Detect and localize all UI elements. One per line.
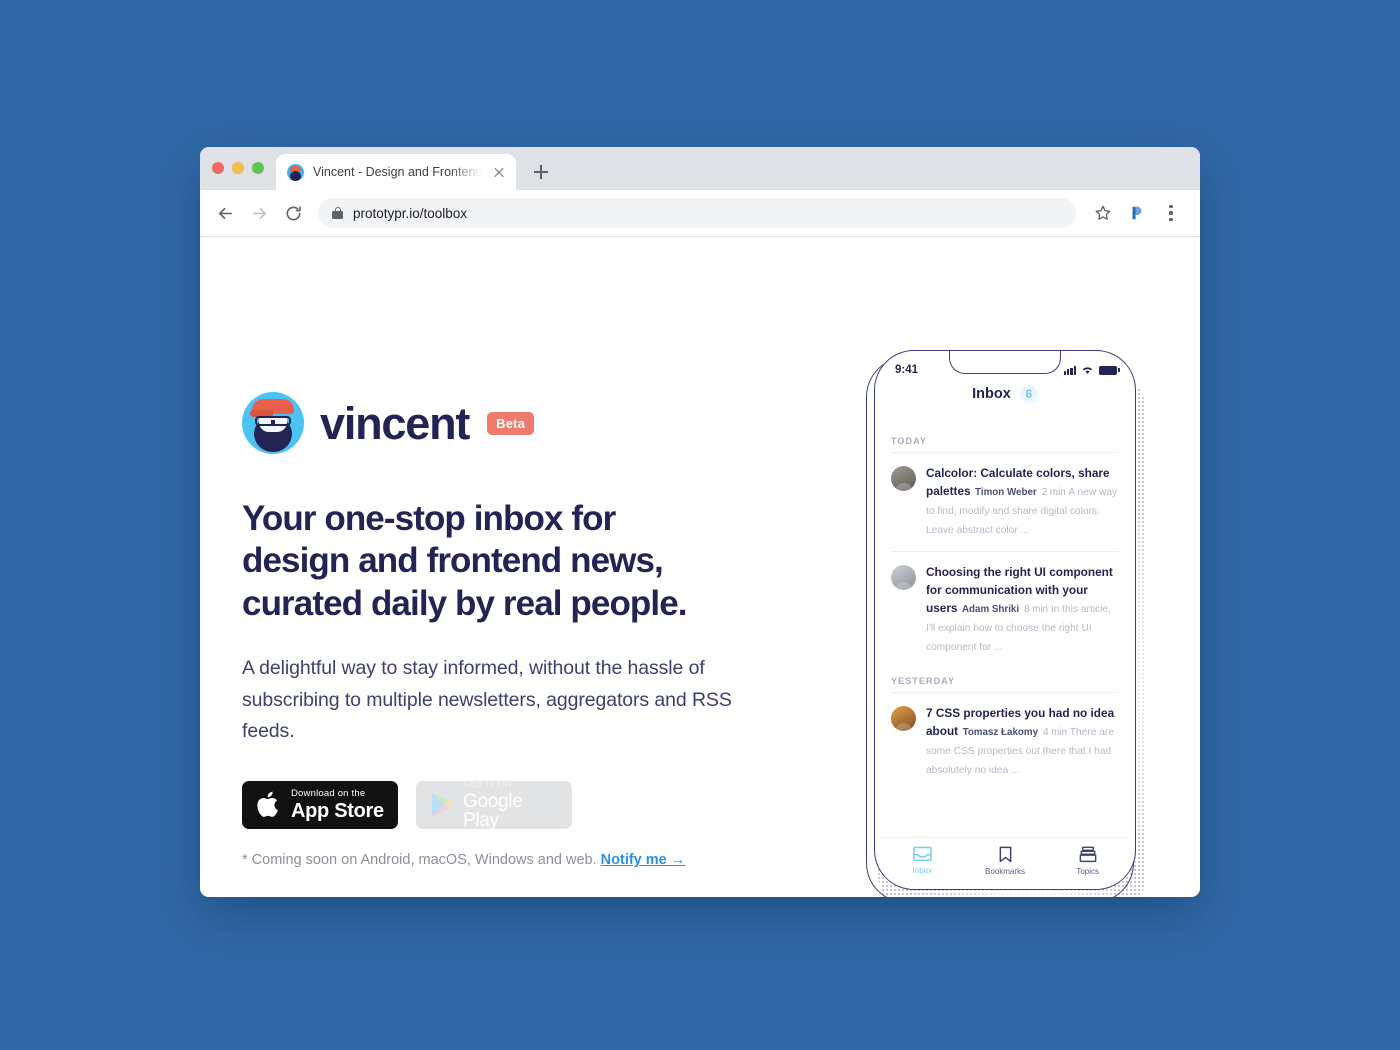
close-tab-icon[interactable] [491,164,507,180]
article-feed[interactable]: TODAY Calcolor: Calculate colors, share … [875,429,1135,837]
signal-bars-icon [1063,365,1076,375]
headline-line-2: design and frontend news, [242,541,664,581]
brand-row: vincent Beta [242,392,762,454]
section-label-yesterday: YESTERDAY [891,675,956,686]
beta-badge: Beta [487,411,535,435]
tab-bookmarks[interactable]: Bookmarks [964,846,1047,876]
minimize-window-button[interactable] [232,161,244,174]
new-tab-button[interactable] [526,157,556,187]
article-body: Choosing the right UI component for comm… [926,563,1119,655]
address-bar-url: prototypr.io/toolbox [353,205,468,221]
article-read-time: 4 min [1043,726,1068,738]
app-store-big-label: App Store [291,799,384,822]
forward-button[interactable] [244,198,274,228]
phone-tabbar: Inbox Bookmarks Topics [881,837,1129,883]
reload-button[interactable] [278,198,308,228]
app-store-label: Download on the App Store [291,789,384,821]
tab-inbox[interactable]: Inbox [881,846,964,875]
google-play-big-label: Google Play [463,790,523,831]
profile-icon[interactable] [1122,198,1152,228]
inbox-count-badge: 6 [1019,385,1038,403]
browser-titlebar: Vincent - Design and Frontend Ne [200,147,1200,190]
app-store-button[interactable]: Download on the App Store [242,780,398,829]
page-headline: Your one-stop inbox for design and front… [242,498,762,625]
google-play-small-label: GET IT ON [463,779,512,791]
app-store-badges: Download on the App Store GET IT ON Goog… [242,780,762,830]
close-window-button[interactable] [212,161,224,174]
article-read-time: 2 min [1041,487,1066,498]
phone-title: Inbox [972,386,1011,402]
google-play-label: GET IT ON Google Play [463,780,558,830]
article-list-item[interactable]: 7 CSS properties you had no idea about T… [891,691,1119,791]
status-time: 9:41 [895,364,919,376]
headline-line-3: curated daily by real people. [242,583,688,623]
coming-soon-text: * Coming soon on Android, macOS, Windows… [242,851,601,868]
maximize-window-button[interactable] [252,161,264,174]
bookmark-icon [999,846,1011,862]
play-triangle-icon [430,791,454,818]
article-author: Timon Weber [975,487,1037,498]
avatar [891,705,916,731]
headline-line-1: Your one-stop inbox for [242,499,616,538]
address-bar[interactable]: prototypr.io/toolbox [318,198,1076,228]
phone-screen: 9:41 Inbox 6 TODAY Calcolor: Calculate c… [874,350,1136,890]
app-store-small-label: Download on the [291,788,366,800]
window-traffic-lights [212,147,264,190]
page-subheadline: A delightful way to stay informed, witho… [242,657,732,743]
article-meta: Adam Shriki 8 min [962,604,1051,615]
status-indicators [1063,365,1120,375]
tab-topics[interactable]: Topics [1046,846,1129,876]
article-read-time: 8 min [1024,604,1049,616]
coming-soon-note: * Coming soon on Android, macOS, Windows… [242,849,762,871]
wifi-icon [1082,367,1093,374]
back-button[interactable] [210,198,240,228]
browser-menu-icon[interactable] [1156,198,1186,228]
phone-header: Inbox 6 [875,381,1135,413]
tab-title: Vincent - Design and Frontend Ne [313,165,482,179]
bookmark-star-icon[interactable] [1088,198,1118,228]
article-author: Tomasz Łakomy [962,726,1039,738]
avatar [891,565,916,591]
tab-inbox-label: Inbox [912,866,933,875]
article-meta: Timon Weber 2 min [975,487,1068,498]
brand-wordmark: vincent [320,397,470,449]
article-author: Adam Shriki [961,604,1020,616]
tab-favicon-icon [287,163,304,181]
avatar [891,466,916,491]
tab-topics-label: Topics [1076,866,1100,876]
google-play-button[interactable]: GET IT ON Google Play [416,780,572,830]
article-body: Calcolor: Calculate colors, share palett… [926,464,1119,538]
phone-notch [949,351,1061,374]
page-content: vincent Beta Your one-stop inbox for des… [200,237,1200,897]
article-list-item[interactable]: Choosing the right UI component for comm… [891,551,1119,668]
section-label-today: TODAY [891,436,928,446]
phone-mockup: 9:41 Inbox 6 TODAY Calcolor: Calculate c… [860,347,1160,897]
browser-tab[interactable]: Vincent - Design and Frontend Ne [276,154,516,190]
tab-bookmarks-label: Bookmarks [985,866,1026,876]
article-meta: Tomasz Łakomy 4 min [963,727,1070,738]
lock-icon [332,206,343,220]
vincent-logo-icon [242,392,304,454]
article-body: 7 CSS properties you had no idea about T… [926,704,1119,778]
article-list-item[interactable]: Calcolor: Calculate colors, share palett… [891,452,1119,551]
topics-icon [1079,846,1097,862]
browser-window: Vincent - Design and Frontend Ne prototy… [200,147,1200,897]
battery-icon [1099,365,1120,375]
hero-section: vincent Beta Your one-stop inbox for des… [242,392,762,871]
notify-me-link[interactable]: Notify me → [601,852,686,868]
apple-icon [256,789,282,820]
browser-toolbar: prototypr.io/toolbox [200,190,1200,237]
inbox-icon [913,846,932,862]
